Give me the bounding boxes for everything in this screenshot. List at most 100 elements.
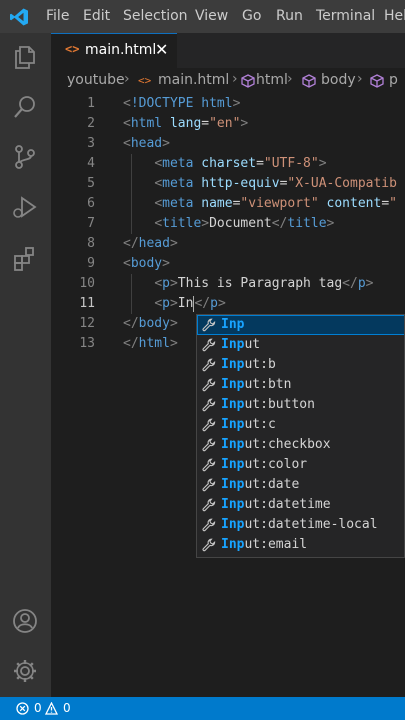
menu-terminal[interactable]: Terminal <box>316 8 375 24</box>
line-number: 9 <box>87 256 95 271</box>
suggestion-item[interactable]: Inp <box>197 315 404 335</box>
snippet-wrench-icon <box>202 418 216 432</box>
warning-count[interactable]: 0 <box>63 701 71 715</box>
line-number: 13 <box>79 336 95 351</box>
search-icon[interactable] <box>11 93 39 121</box>
code-text: <meta charset="UTF-8"> <box>154 156 327 171</box>
suggestion-item[interactable]: Input:datetime <box>197 495 404 515</box>
suggestion-label: Input:checkbox <box>221 437 331 452</box>
suggestion-label: Input:btn <box>221 377 292 392</box>
line-number: 11 <box>79 296 95 311</box>
suggestion-item[interactable]: Input:color <box>197 455 404 475</box>
error-count[interactable]: 0 <box>34 701 42 715</box>
suggestion-item[interactable]: Input:button <box>197 395 404 415</box>
suggestion-item[interactable]: Input <box>197 335 404 355</box>
settings-gear-icon[interactable] <box>11 657 39 685</box>
breadcrumb-body[interactable]: body <box>321 72 356 88</box>
snippet-wrench-icon <box>202 518 216 532</box>
line-number: 8 <box>87 236 95 251</box>
code-line[interactable]: 7 <title>Document</title> <box>51 214 405 234</box>
warning-icon[interactable] <box>45 702 58 715</box>
code-text: <meta name="viewport" content=" <box>154 196 397 211</box>
breadcrumb-file[interactable]: main.html <box>158 72 229 88</box>
tab-label: main.html <box>85 42 157 58</box>
status-bar: 0 0 <box>0 697 405 720</box>
snippet-wrench-icon <box>202 438 216 452</box>
snippet-wrench-icon <box>202 458 216 472</box>
breadcrumb-folder[interactable]: youtube <box>67 72 125 88</box>
breadcrumb-html[interactable]: html <box>256 72 288 88</box>
code-line[interactable]: 3 <head> <box>51 134 405 154</box>
code-line[interactable]: 9 <body> <box>51 254 405 274</box>
menu-go[interactable]: Go <box>242 8 261 24</box>
code-line[interactable]: 10 <p>This is Paragraph tag</p> <box>51 274 405 294</box>
code-text: <meta http-equiv="X-UA-Compatib <box>154 176 397 191</box>
error-icon[interactable] <box>16 702 29 715</box>
code-text: <head> <box>123 136 170 151</box>
breadcrumb: youtube › <> main.html › html › body › p <box>51 68 405 94</box>
code-text: <title>Document</title> <box>154 216 335 231</box>
suggestion-item[interactable]: Input:b <box>197 355 404 375</box>
suggestion-item[interactable]: Input:checkbox <box>197 435 404 455</box>
suggestion-item[interactable]: Input:email <box>197 535 404 555</box>
files-icon[interactable] <box>11 43 39 71</box>
source-control-icon[interactable] <box>11 143 39 171</box>
snippet-wrench-icon <box>202 378 216 392</box>
code-text: </head> <box>123 236 178 251</box>
suggestion-item[interactable]: Input:c <box>197 415 404 435</box>
chevron-right-icon: › <box>287 71 293 87</box>
code-line[interactable]: 8 </head> <box>51 234 405 254</box>
code-text: <!DOCTYPE html> <box>123 96 241 111</box>
suggestion-label: Input:date <box>221 477 300 492</box>
html-file-icon: <> <box>65 42 80 56</box>
breadcrumb-p[interactable]: p <box>389 72 398 88</box>
code-text: <html lang="en"> <box>123 116 249 131</box>
suggestion-label: Input:button <box>221 397 315 412</box>
line-number: 10 <box>79 276 95 291</box>
snippet-wrench-icon <box>202 318 216 332</box>
line-number: 4 <box>87 156 95 171</box>
suggestion-item[interactable]: Input:btn <box>197 375 404 395</box>
menu-edit[interactable]: Edit <box>83 8 110 24</box>
line-number: 12 <box>79 316 95 331</box>
tab-main-html[interactable]: <> main.html ✕ <box>51 33 177 68</box>
menu-file[interactable]: File <box>46 8 69 24</box>
code-line[interactable]: 4 <meta charset="UTF-8"> <box>51 154 405 174</box>
line-number: 2 <box>87 116 95 131</box>
snippet-wrench-icon <box>202 398 216 412</box>
suggestion-label: Input:b <box>221 357 276 372</box>
suggestion-label: Input <box>221 337 261 352</box>
menu-view[interactable]: View <box>195 8 228 24</box>
html-file-icon: <> <box>138 74 152 87</box>
code-line[interactable]: 6 <meta name="viewport" content=" <box>51 194 405 214</box>
element-icon <box>241 74 255 88</box>
menu-help[interactable]: Hel <box>384 8 405 24</box>
code-line[interactable]: 1 <!DOCTYPE html> <box>51 94 405 114</box>
autocomplete-suggestions[interactable]: Inp Input Input:b Input:btn Input:button Inpu… <box>196 314 405 558</box>
code-line[interactable]: 2 <html lang="en"> <box>51 114 405 134</box>
code-line[interactable]: 11 <p>In</p> <box>51 294 405 314</box>
suggestion-item[interactable]: Input:datetime-local <box>197 515 404 535</box>
close-icon[interactable]: ✕ <box>155 40 168 59</box>
run-debug-icon[interactable] <box>11 193 39 221</box>
code-text: <p>This is Paragraph tag</p> <box>154 276 374 291</box>
extensions-icon[interactable] <box>11 245 39 273</box>
chevron-right-icon: › <box>124 71 130 87</box>
menu-bar: File Edit Selection View Go Run Terminal… <box>0 0 405 33</box>
suggestion-label: Input:color <box>221 457 308 472</box>
code-line[interactable]: 5 <meta http-equiv="X-UA-Compatib <box>51 174 405 194</box>
snippet-wrench-icon <box>202 538 216 552</box>
suggestion-label: Input:datetime-local <box>221 517 378 532</box>
chevron-right-icon: › <box>232 71 238 87</box>
suggestion-label: Input:email <box>221 537 308 552</box>
code-text: <p>In</p> <box>154 295 226 312</box>
editor-tab-bar: <> main.html ✕ <box>51 33 405 68</box>
line-number: 6 <box>87 196 95 211</box>
suggestion-item[interactable]: Input:date <box>197 475 404 495</box>
account-icon[interactable] <box>11 607 39 635</box>
suggestion-label: Inp <box>221 317 245 332</box>
suggestion-label: Input:datetime <box>221 497 331 512</box>
menu-run[interactable]: Run <box>276 8 303 24</box>
line-number: 7 <box>87 216 95 231</box>
menu-selection[interactable]: Selection <box>123 8 188 24</box>
